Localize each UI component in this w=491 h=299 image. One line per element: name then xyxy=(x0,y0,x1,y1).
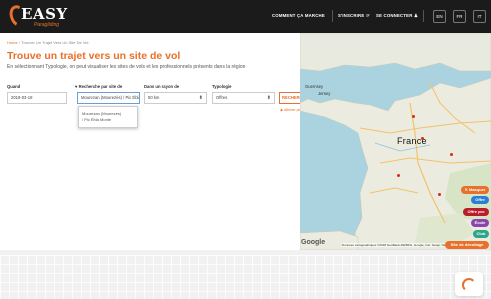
site-header: EASY Paragliding COMMENT ÇA MARCHE S'INS… xyxy=(0,0,491,33)
logo[interactable]: EASY Paragliding xyxy=(6,2,67,31)
england-landmass xyxy=(300,33,491,72)
page-title: Trouve un trajet vers un site de vol xyxy=(7,50,181,62)
more-results-link[interactable]: ◉ Afficher plus de résultats xyxy=(280,108,300,112)
logo-text: EASY xyxy=(21,5,68,23)
map[interactable]: Guernsey Jersey France Google Données ca… xyxy=(300,33,491,250)
map-label-guernsey: Guernsey xyxy=(305,84,324,89)
footer-pattern xyxy=(0,255,491,299)
breadcrumb-home[interactable]: Home xyxy=(7,40,18,45)
date-input[interactable]: 2018-03-18 xyxy=(7,92,67,104)
lang-it-button[interactable]: IT xyxy=(473,10,486,23)
nav-divider xyxy=(423,10,424,22)
map-canvas xyxy=(300,33,491,250)
nav-signup[interactable]: S'INSCRIRE ☞ xyxy=(338,13,370,19)
autocomplete-option-line2: / Pic Ébla Monte xyxy=(82,117,112,122)
map-marker[interactable] xyxy=(412,115,415,118)
legend-ecole[interactable]: École xyxy=(471,219,489,227)
type-select[interactable]: Offres ⬍ xyxy=(212,92,275,104)
site-search-label: ♥ Recherche par site de xyxy=(75,84,123,89)
breadcrumb: Home › Trouver Un Trajet Vers Un Site De… xyxy=(7,40,88,45)
search-button[interactable]: RECHERCHE xyxy=(279,92,301,104)
radius-label: Dans un rayon de xyxy=(144,84,180,89)
map-label-jersey: Jersey xyxy=(318,91,331,96)
type-label: Typologie xyxy=(212,84,232,89)
chevron-down-icon: ⬍ xyxy=(266,95,271,101)
google-logo: Google xyxy=(301,239,326,246)
map-marker[interactable] xyxy=(438,193,441,196)
chevron-down-icon: ⬍ xyxy=(198,95,203,101)
legend-offre-pro[interactable]: Offre pro xyxy=(463,208,489,216)
breadcrumb-current: Trouver Un Trajet Vers Un Site De Vol xyxy=(21,40,89,45)
autocomplete-option-line1: Mourezan (Mourezès) xyxy=(82,111,122,116)
autocomplete-option[interactable]: Mourezan (Mourezès) / Pic Ébla Monte xyxy=(82,111,121,123)
site-autocomplete-dropdown[interactable]: Mourezan (Mourezès) / Pic Ébla Monte xyxy=(78,106,138,128)
lang-en-button[interactable]: EN xyxy=(433,10,446,23)
nav-divider xyxy=(332,10,333,22)
radius-value: 50 km xyxy=(148,95,160,100)
map-marker[interactable] xyxy=(397,174,400,177)
nav-login[interactable]: SE CONNECTER ♟ xyxy=(376,13,418,19)
page-subtitle: En sélectionnant Typologie, on peut visu… xyxy=(7,64,246,70)
map-marker[interactable] xyxy=(421,137,424,140)
type-value: Offres xyxy=(216,95,228,100)
radius-select[interactable]: 50 km ⬍ xyxy=(144,92,207,104)
lang-fr-button[interactable]: FR xyxy=(453,10,466,23)
site-search-input[interactable]: Mourezan (Mourezès) / Pic Ébla xyxy=(77,92,140,104)
logo-swoosh-icon xyxy=(462,278,476,292)
legend-club[interactable]: Club xyxy=(473,230,489,238)
map-marker[interactable] xyxy=(450,153,453,156)
nav-how-it-works[interactable]: COMMENT ÇA MARCHE xyxy=(272,13,325,18)
legend-takeoff-site[interactable]: Site de décollage xyxy=(445,241,489,249)
legend-hide-button[interactable]: ✕ Masquer xyxy=(461,186,489,194)
date-label: Quand xyxy=(7,84,21,89)
logo-tagline: Paragliding xyxy=(34,22,60,28)
legend-offre[interactable]: Offre xyxy=(471,196,489,204)
scroll-top-button[interactable] xyxy=(455,272,483,296)
